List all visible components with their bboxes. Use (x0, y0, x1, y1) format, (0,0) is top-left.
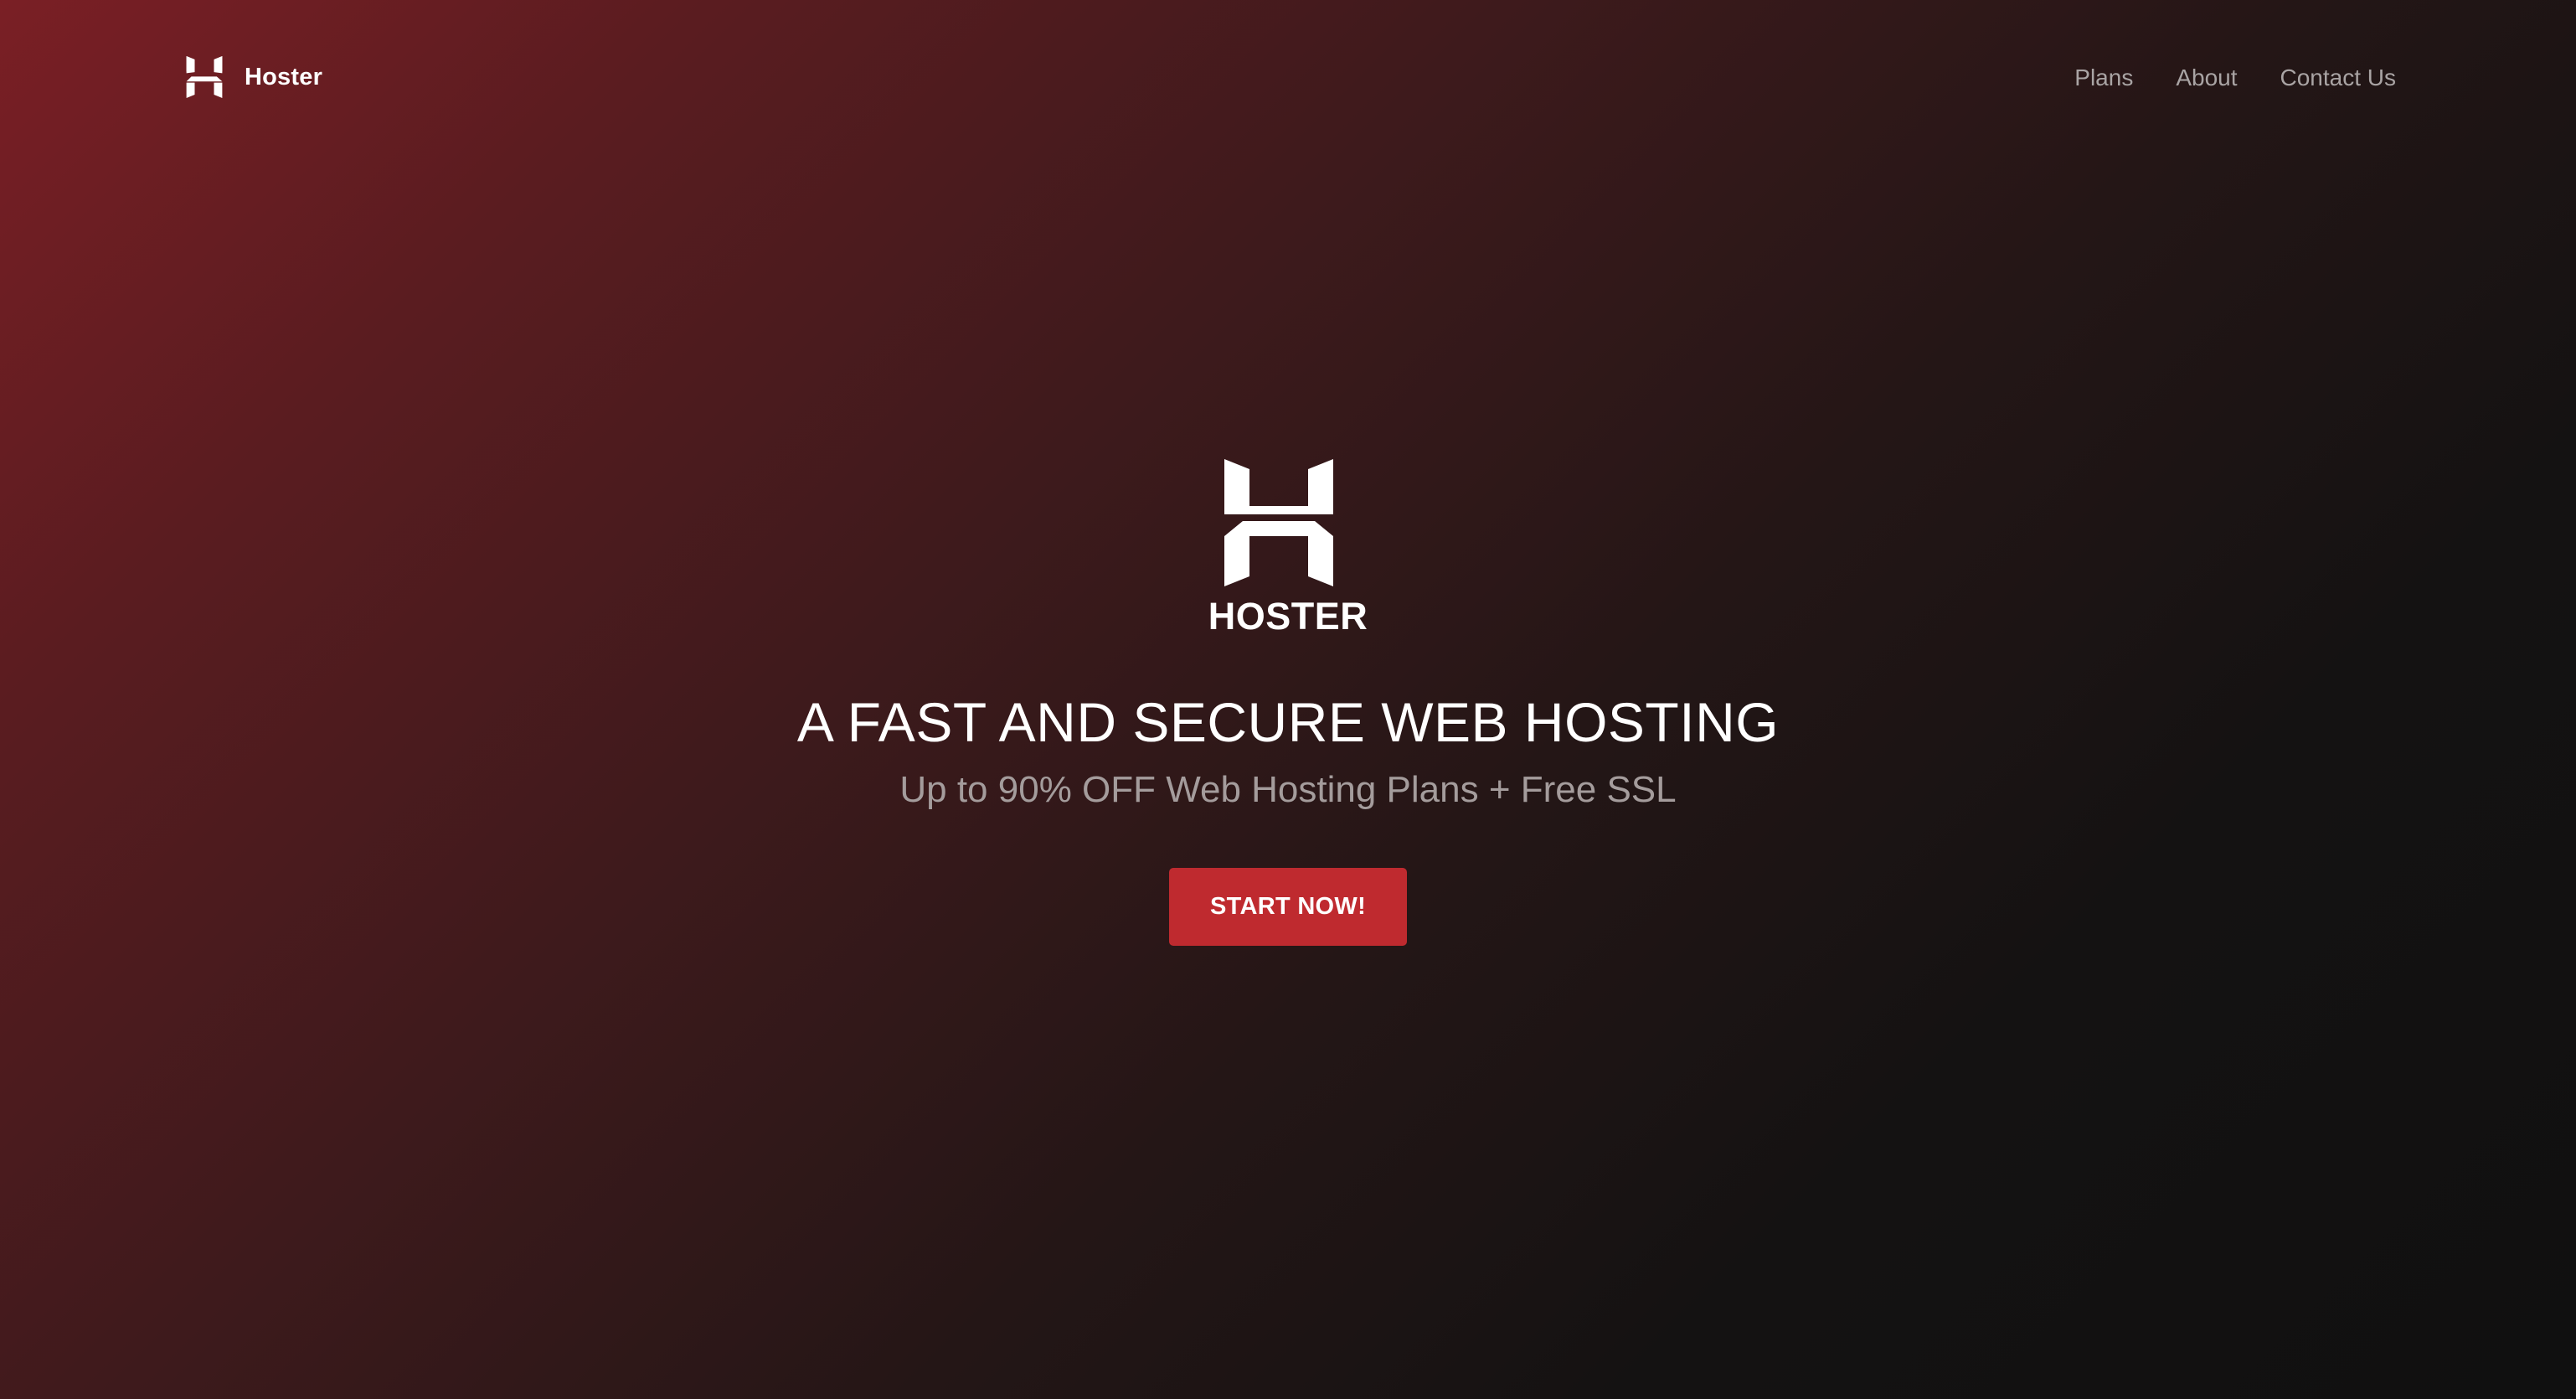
hero-title: A FAST AND SECURE WEB HOSTING (796, 691, 1780, 753)
hero-subtitle: Up to 90% OFF Web Hosting Plans + Free S… (899, 769, 1677, 810)
hero-logo-wordmark: HOSTER (1208, 595, 1368, 638)
hero-section: HOSTER A FAST AND SECURE WEB HOSTING Up … (0, 0, 2576, 1399)
start-now-button[interactable]: START NOW! (1169, 868, 1407, 946)
hoster-hero-logo-icon (1224, 459, 1333, 586)
